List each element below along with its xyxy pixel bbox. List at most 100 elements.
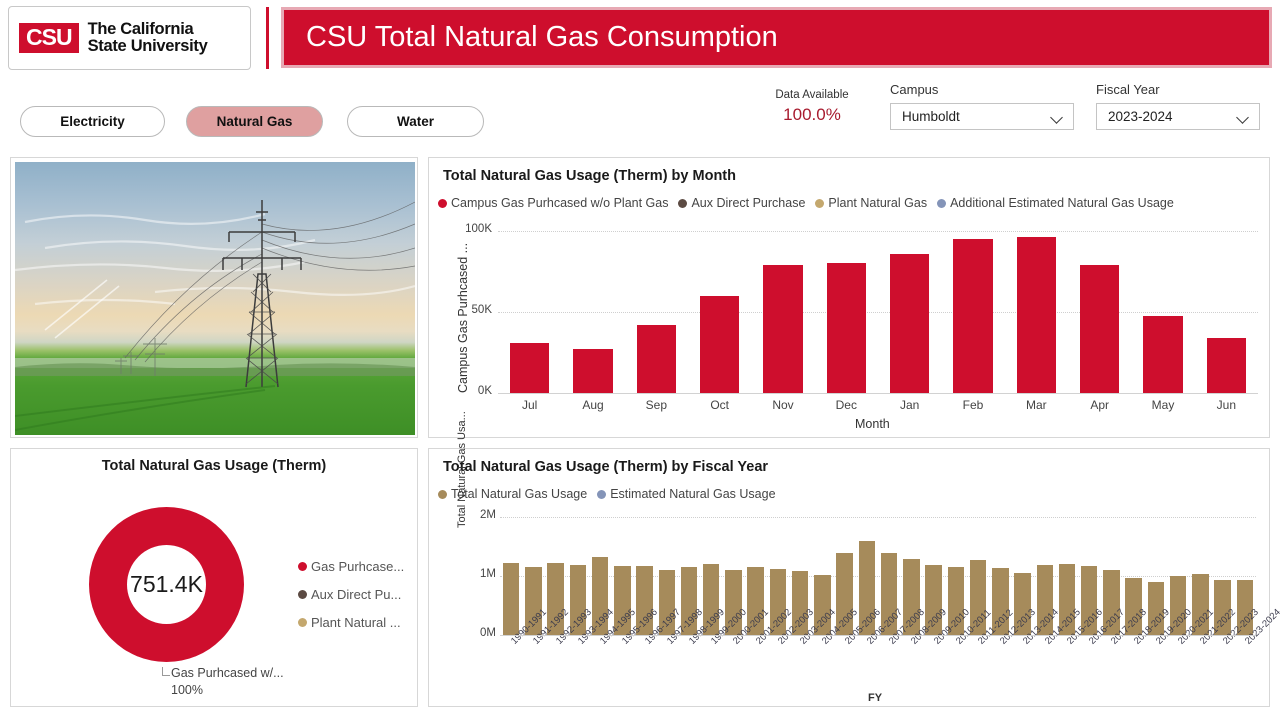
csu-logo-line1: The California: [87, 19, 194, 38]
donut-callout-label: Gas Purhcased w/...: [171, 666, 284, 680]
monthly-x-tick: Jul: [521, 398, 538, 412]
tab-electricity-label: Electricity: [60, 114, 125, 129]
fiscal-year-dropdown-value: 2023-2024: [1108, 109, 1173, 124]
fy-y-tick: 2M: [480, 509, 496, 521]
campus-slicer-label: Campus: [890, 82, 939, 97]
donut-callout-percent: 100%: [171, 682, 203, 697]
monthly-bar[interactable]: [573, 349, 613, 393]
fy-legend-label: Estimated Natural Gas Usage: [610, 487, 776, 501]
monthly-bar-plot: [498, 231, 1258, 394]
monthly-y-axis-title: Campus Gas Purhcased ...: [456, 242, 470, 393]
data-available-value: 100.0%: [783, 105, 841, 124]
monthly-x-tick: Jun: [1216, 398, 1236, 412]
fy-x-axis-line: [500, 635, 1256, 636]
monthly-bar[interactable]: [763, 265, 803, 393]
page-title: CSU Total Natural Gas Consumption: [306, 21, 778, 53]
csu-logo-mark: CSU: [19, 23, 79, 53]
fy-chart-title: Total Natural Gas Usage (Therm) by Fisca…: [443, 459, 769, 475]
monthly-x-tick: Oct: [710, 398, 729, 412]
monthly-bar[interactable]: [1016, 237, 1056, 393]
monthly-chart-legend: Campus Gas Purhcased w/o Plant Gas Aux Di…: [438, 196, 1174, 210]
gridline: [498, 312, 1258, 313]
chevron-down-icon: [1237, 113, 1250, 121]
monthly-bar[interactable]: [1143, 316, 1183, 393]
monthly-bar[interactable]: [1206, 337, 1246, 393]
fy-legend-label: Total Natural Gas Usage: [451, 487, 588, 501]
transmission-tower-photo: [15, 162, 415, 435]
monthly-legend-label: Plant Natural Gas: [828, 196, 928, 210]
monthly-bar[interactable]: [636, 324, 676, 393]
photo-vector-overlay: [15, 200, 415, 431]
donut-legend-item[interactable]: Aux Direct Pu...: [298, 587, 404, 602]
tab-water-label: Water: [396, 114, 434, 129]
donut-legend-label: Plant Natural ...: [311, 615, 401, 630]
legend-swatch-icon: [597, 489, 607, 499]
monthly-legend-item[interactable]: Aux Direct Purchase: [678, 196, 805, 210]
monthly-x-tick: Aug: [582, 398, 604, 412]
legend-swatch-icon: [678, 198, 688, 208]
monthly-x-tick: Feb: [962, 398, 984, 412]
monthly-y-tick: 50K: [471, 304, 492, 316]
monthly-legend-item[interactable]: Additional Estimated Natural Gas Usage: [937, 196, 1174, 210]
monthly-x-tick: Dec: [835, 398, 857, 412]
donut-center: 751.4K: [127, 545, 206, 624]
campus-dropdown[interactable]: Humboldt: [890, 103, 1074, 130]
monthly-legend-item[interactable]: Plant Natural Gas: [815, 196, 927, 210]
data-available-label: Data Available: [775, 89, 849, 101]
donut-total-value: 751.4K: [130, 571, 203, 597]
monthly-x-tick: Sep: [645, 398, 667, 412]
legend-swatch-icon: [438, 198, 447, 208]
monthly-bar[interactable]: [1080, 265, 1120, 393]
callout-leader-line: [162, 667, 170, 676]
fy-bar[interactable]: [502, 563, 520, 635]
monthly-x-axis-line: [498, 393, 1258, 394]
donut-legend: Gas Purhcase... Aux Direct Pu... Plant Nat…: [298, 559, 404, 643]
legend-swatch-icon: [438, 489, 447, 499]
fiscal-year-slicer: Fiscal Year 2023-2024: [1096, 82, 1260, 130]
monthly-x-axis-title: Month: [855, 417, 890, 431]
gridline: [498, 231, 1258, 232]
tab-water[interactable]: Water: [347, 106, 484, 137]
donut-legend-label: Aux Direct Pu...: [311, 587, 402, 602]
donut-chart[interactable]: 751.4K: [89, 507, 244, 662]
monthly-bar[interactable]: [700, 295, 740, 393]
legend-swatch-icon: [937, 198, 947, 208]
fiscal-year-dropdown[interactable]: 2023-2024: [1096, 103, 1260, 130]
monthly-y-tick: 0K: [477, 385, 492, 397]
monthly-bar[interactable]: [953, 239, 993, 393]
chevron-down-icon: [1051, 113, 1064, 121]
csu-logo-line2: State University: [87, 37, 208, 55]
monthly-x-tick: Apr: [1090, 398, 1109, 412]
page-header: CSU The California State University CSU …: [0, 0, 1280, 76]
fy-y-tick: 0M: [480, 627, 496, 639]
header-divider: [266, 7, 269, 69]
fy-x-axis-title: FY: [868, 692, 883, 704]
monthly-legend-item[interactable]: Campus Gas Purhcased w/o Plant Gas: [438, 196, 668, 210]
monthly-bar[interactable]: [826, 262, 866, 393]
legend-swatch-icon: [298, 590, 307, 599]
campus-dropdown-value: Humboldt: [902, 109, 960, 124]
legend-swatch-icon: [815, 198, 825, 208]
legend-swatch-icon: [298, 618, 307, 627]
campus-slicer: Campus Humboldt: [890, 82, 1074, 130]
monthly-bar[interactable]: [510, 342, 550, 393]
monthly-chart-title: Total Natural Gas Usage (Therm) by Month: [443, 168, 736, 184]
donut-chart-title: Total Natural Gas Usage (Therm): [101, 458, 327, 474]
donut-legend-item[interactable]: Plant Natural ...: [298, 615, 404, 630]
monthly-x-tick: Mar: [1025, 398, 1047, 412]
tab-natural-gas-label: Natural Gas: [216, 114, 293, 129]
monthly-bar[interactable]: [890, 253, 930, 393]
fiscal-year-slicer-label: Fiscal Year: [1096, 82, 1160, 97]
csu-logo: CSU The California State University: [8, 6, 251, 70]
fy-y-tick: 1M: [480, 568, 496, 580]
hero-image-card: [10, 157, 418, 438]
monthly-legend-label: Additional Estimated Natural Gas Usage: [950, 196, 1174, 210]
fy-legend-item[interactable]: Estimated Natural Gas Usage: [597, 487, 776, 501]
monthly-legend-label: Campus Gas Purhcased w/o Plant Gas: [451, 196, 669, 210]
monthly-y-tick: 100K: [465, 223, 492, 235]
monthly-x-tick: May: [1151, 398, 1175, 412]
tab-electricity[interactable]: Electricity: [20, 106, 165, 137]
donut-callout: Gas Purhcased w/... 100%: [162, 665, 284, 699]
donut-legend-item[interactable]: Gas Purhcase...: [298, 559, 404, 574]
tab-natural-gas[interactable]: Natural Gas: [186, 106, 323, 137]
